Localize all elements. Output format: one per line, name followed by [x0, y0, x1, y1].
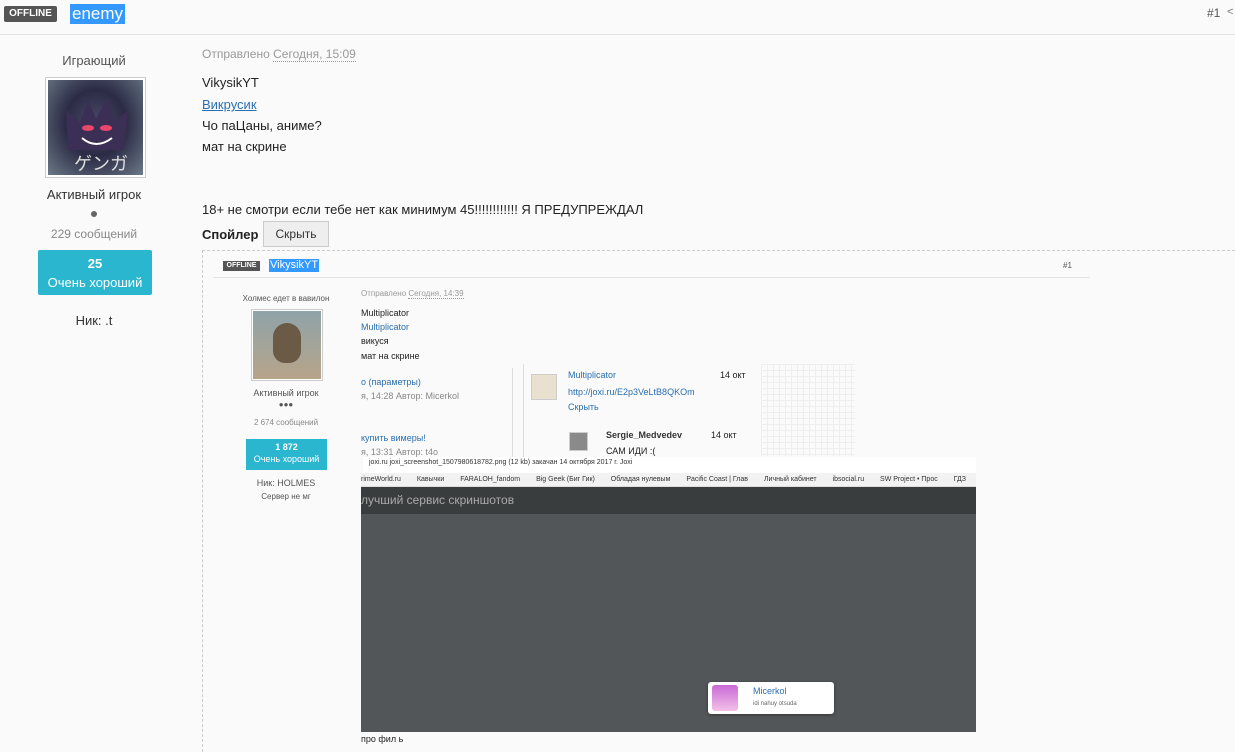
embedded-screenshot[interactable]: OFFLINE VikysikYT #1 Холмес едет в вавил…	[213, 256, 1090, 752]
shot-joxi-body	[361, 514, 976, 732]
share-icon[interactable]: <	[1227, 6, 1233, 18]
author-rank: Активный игрок	[46, 187, 142, 202]
spoiler-content: OFFLINE VikysikYT #1 Холмес едет в вавил…	[202, 250, 1235, 752]
shot-bookmarks-bar: rimeWorld.ru Кавычки FARALOH_fandom Big …	[361, 473, 976, 487]
avatar-image: ゲンガ	[48, 80, 143, 175]
shot-sent-date: Сегодня, 14:39	[408, 289, 464, 299]
shot-author-rank: Активный игрок	[253, 388, 319, 398]
post-header: OFFLINE enemy #1 <	[0, 0, 1235, 35]
shot-date: Отправлено Сегодня, 14:39	[361, 289, 464, 299]
shot-status-badge: OFFLINE	[223, 261, 260, 271]
post-number-link[interactable]: #1	[1207, 6, 1220, 20]
reputation-badge[interactable]: 25 Очень хороший	[38, 250, 152, 295]
shot-topic-1: о (параметры)	[361, 377, 421, 387]
shot-topic-2: купить вимеры!	[361, 433, 426, 443]
shot-nick: Ник: HOLMES	[256, 478, 316, 488]
shot-line-4: мат на скрине	[361, 351, 420, 361]
bookmark-3: FARALOH_fandom	[460, 476, 521, 483]
gengar-image: ゲンガ	[66, 98, 128, 175]
shot-username: VikysikYT	[269, 259, 320, 272]
shot-comment-date-2: 14 окт	[711, 430, 737, 440]
shot-rep-value: 1 872	[275, 442, 298, 452]
shot-download-bar: joxi.ru joxi_screenshot_1507980618782.pn…	[363, 457, 976, 473]
bookmark-2: Кавычки	[416, 476, 445, 483]
author-post-count: 229 сообщений	[50, 227, 138, 241]
author-nick: Ник: .t	[75, 313, 113, 328]
owl-image	[253, 311, 321, 379]
bookmark-10: ГДЗ	[953, 476, 966, 483]
shot-topic-1-meta: я, 14:28 Автор: Micerkol	[361, 391, 460, 401]
shot-post-count: 2 674 сообщений	[253, 418, 319, 427]
shot-author-title: Холмес едет в вавилон	[242, 294, 330, 303]
shot-grid-pattern	[761, 364, 855, 456]
reputation-value: 25	[87, 256, 103, 271]
reputation-label: Очень хороший	[47, 275, 143, 290]
shot-rep-label: Очень хороший	[253, 454, 320, 464]
bookmark-8: ibsocial.ru	[832, 476, 865, 483]
post-date: Отправлено Сегодня, 15:09	[202, 47, 356, 62]
bookmark-9: SW Project • Прос	[880, 476, 938, 483]
post-line-warning: 18+ не смотри если тебе нет как минимум …	[202, 202, 644, 217]
shot-comment-hide-1: Скрыть	[568, 402, 599, 412]
shot-comment-avatar-2	[569, 432, 588, 451]
post-line-4: мат на скрине	[202, 139, 287, 154]
shot-comment-date-1: 14 окт	[720, 370, 746, 380]
svg-text:ゲンガ: ゲンガ	[74, 154, 128, 175]
shot-user-card: Micerkol idi nahuy otsuda	[708, 682, 834, 714]
shot-avatar	[251, 309, 323, 381]
shot-joxi-header: лучший сервис скриншотов	[361, 487, 976, 514]
post-line-1: VikysikYT	[202, 75, 259, 90]
shot-topic-2-meta: я, 13:31 Автор: t4o	[361, 447, 439, 457]
shot-post-number: #1	[1063, 261, 1072, 270]
shot-reputation: 1 872 Очень хороший	[246, 439, 327, 470]
shot-server: Сервер не мг	[261, 492, 311, 501]
post-line-3: Чо паЦаны, аниме?	[202, 118, 322, 133]
shot-comment-name-1: Multiplicator	[568, 370, 617, 380]
status-badge: OFFLINE	[4, 6, 57, 22]
post-link-vikrusik[interactable]: Викрусик	[202, 97, 257, 112]
bookmark-1: rimeWorld.ru	[361, 476, 401, 483]
bookmark-7: Личный кабинет	[763, 476, 817, 483]
sent-date[interactable]: Сегодня, 15:09	[273, 47, 356, 62]
rank-pip	[91, 211, 97, 217]
shot-comment-avatar-1	[531, 374, 557, 400]
hide-spoiler-button[interactable]: Скрыть	[263, 221, 329, 247]
sent-label: Отправлено	[202, 47, 270, 61]
avatar[interactable]: ゲンガ	[45, 77, 146, 178]
shot-line-2: Multiplicator	[361, 322, 410, 332]
author-title: Играющий	[62, 53, 126, 68]
shot-header: OFFLINE VikysikYT #1	[213, 256, 1090, 278]
shot-sent-label: Отправлено	[361, 289, 407, 298]
shot-line-1: Multiplicator	[361, 308, 410, 318]
shot-comment-link-1: http://joxi.ru/E2p3VeLtB8QKOm	[568, 387, 695, 397]
author-sidebar: Играющий ゲンガ Активный игрок 229 сообщени…	[0, 36, 188, 752]
author-username-link[interactable]: enemy	[70, 4, 126, 24]
shot-comment-text-2: САМ ИДИ :(	[606, 446, 656, 456]
shot-comment-name-2: Sergie_Medvedev	[606, 430, 683, 440]
bookmark-5: Обладая нулевым	[610, 476, 671, 483]
bookmark-6: Pacific Coast | Глав	[686, 476, 748, 483]
shot-footer-text: про фил ь	[361, 734, 404, 744]
shot-card-avatar	[712, 685, 738, 711]
shot-rank-pips: ●●●	[278, 400, 294, 409]
shot-card-subtitle: idi nahuy otsuda	[753, 701, 797, 707]
spoiler-label: Спойлер	[202, 227, 259, 242]
bookmark-4: Big Geek (Биг Гик)	[536, 476, 595, 483]
shot-card-name: Micerkol	[753, 686, 787, 696]
shot-line-3: викуся	[361, 336, 389, 346]
